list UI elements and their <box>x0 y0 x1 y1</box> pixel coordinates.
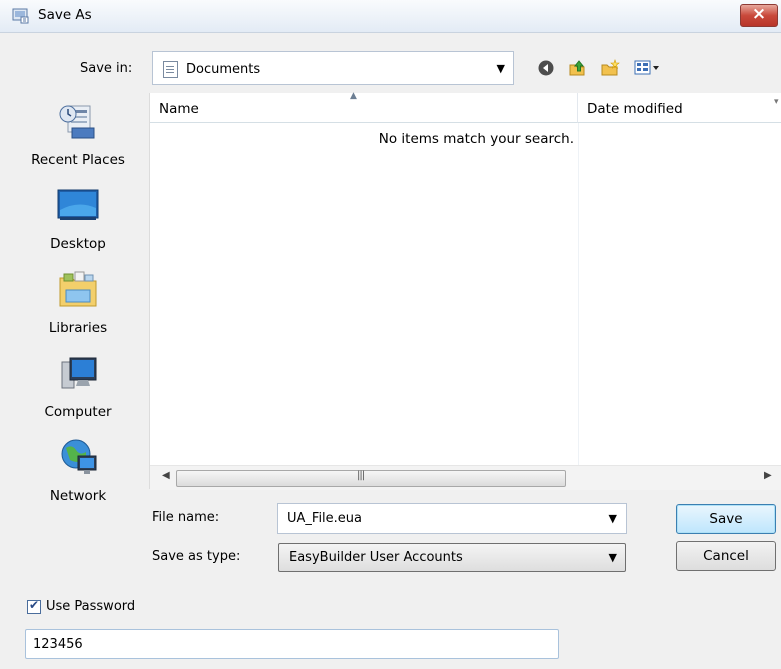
horizontal-scrollbar[interactable]: ◀ ||| ▶ <box>150 465 781 490</box>
back-icon[interactable] <box>536 59 556 77</box>
use-password-checkbox[interactable] <box>27 598 41 614</box>
column-header-label: Date modified <box>587 101 683 117</box>
save-in-dropdown[interactable]: Documents ▼ <box>152 51 514 85</box>
place-label: Desktop <box>50 236 106 252</box>
column-header-name[interactable]: ▲ Name <box>150 91 578 123</box>
new-folder-icon[interactable] <box>600 59 620 77</box>
place-libraries[interactable]: Libraries <box>16 264 140 348</box>
close-button[interactable] <box>740 4 778 27</box>
recent-places-icon <box>59 105 95 139</box>
column-header-label: Name <box>159 101 199 117</box>
save-in-label: Save in: <box>80 61 133 76</box>
empty-message: No items match your search. <box>378 131 574 147</box>
network-icon <box>61 439 97 474</box>
scroll-grip-icon: ||| <box>357 470 365 481</box>
chevron-down-icon: ▼ <box>608 551 617 564</box>
place-label: Computer <box>44 404 112 420</box>
cancel-button[interactable]: Cancel <box>676 541 776 571</box>
file-name-input[interactable]: UA_File.eua ▼ <box>277 503 627 534</box>
password-value: 123456 <box>33 637 83 652</box>
place-recent-places[interactable]: Recent Places <box>16 96 140 180</box>
scroll-thumb[interactable]: ||| <box>176 470 566 487</box>
save-in-value: Documents <box>186 62 261 77</box>
libraries-icon <box>59 271 97 307</box>
file-name-label: File name: <box>152 510 220 525</box>
column-divider <box>578 123 579 465</box>
place-network[interactable]: Network <box>16 432 140 516</box>
file-list[interactable]: ▲ Name Date modified ▾ No items match yo… <box>149 91 781 490</box>
window-title: Save As <box>38 7 92 23</box>
save-as-type-select[interactable]: EasyBuilder User Accounts ▼ <box>278 543 626 572</box>
scroll-left-icon[interactable]: ◀ <box>162 470 170 481</box>
use-password-label[interactable]: Use Password <box>46 599 135 614</box>
chevron-down-icon[interactable]: ▼ <box>609 512 617 525</box>
views-menu-icon[interactable] <box>634 59 660 77</box>
place-label: Network <box>49 488 107 504</box>
column-overflow-icon: ▾ <box>774 97 779 107</box>
title-bar: Save As <box>0 0 781 33</box>
place-computer[interactable]: Computer <box>16 348 140 432</box>
sort-ascending-icon: ▲ <box>350 91 357 101</box>
place-desktop[interactable]: Desktop <box>16 180 140 264</box>
password-input[interactable]: 123456 <box>25 629 559 659</box>
place-label: Recent Places <box>31 152 125 168</box>
desktop-icon <box>57 189 99 220</box>
place-label: Libraries <box>48 320 108 336</box>
scroll-right-icon[interactable]: ▶ <box>764 470 772 481</box>
save-as-type-label: Save as type: <box>152 549 241 564</box>
places-bar: Recent Places Desktop Libraries Computer <box>16 96 140 506</box>
chevron-down-icon: ▼ <box>496 62 505 75</box>
save-as-type-value: EasyBuilder User Accounts <box>289 550 463 565</box>
file-name-value: UA_File.eua <box>287 511 362 526</box>
up-folder-icon[interactable] <box>567 59 587 77</box>
computer-icon <box>61 357 97 389</box>
documents-folder-icon <box>163 61 178 78</box>
save-button[interactable]: Save <box>676 504 776 534</box>
save-as-app-icon <box>12 8 29 24</box>
column-header-date-modified[interactable]: Date modified ▾ <box>578 93 781 123</box>
